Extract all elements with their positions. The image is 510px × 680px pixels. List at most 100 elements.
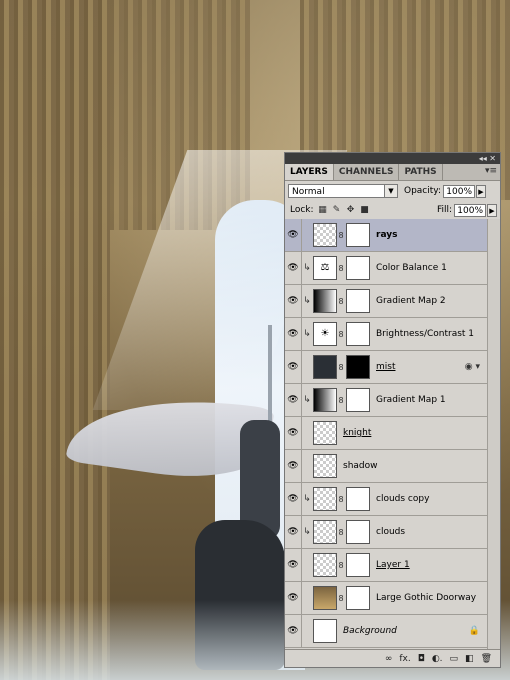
- layer-thumbnail: [313, 487, 337, 511]
- eye-icon[interactable]: 👁: [285, 581, 302, 615]
- eye-icon[interactable]: 👁: [285, 383, 302, 417]
- layer-style-icon[interactable]: ◉ ▾: [465, 362, 480, 372]
- fill-arrow-icon[interactable]: ▶: [487, 203, 497, 217]
- layer-row[interactable]: 👁 ↳ 8 Gradient Map 1: [285, 383, 500, 417]
- eye-icon[interactable]: 👁: [285, 515, 302, 549]
- lock-transparency-icon[interactable]: ▦: [318, 205, 328, 215]
- layer-name: Background: [343, 626, 397, 636]
- adjustment-layer-icon[interactable]: ◐.: [432, 654, 443, 664]
- clip-arrow-icon: ↳: [303, 329, 311, 339]
- mask-thumbnail: [346, 322, 370, 346]
- lock-pixels-icon[interactable]: ✎: [332, 205, 342, 215]
- mask-thumbnail: [346, 586, 370, 610]
- link-icon: 8: [338, 230, 344, 240]
- new-layer-icon[interactable]: ◧: [465, 654, 474, 664]
- panel-titlebar[interactable]: ◂◂ ✕: [285, 153, 500, 164]
- layer-row[interactable]: 👁 ↳ ⚖ 8 Color Balance 1: [285, 251, 500, 285]
- chevron-down-icon[interactable]: ▼: [384, 185, 397, 197]
- sun-icon: ☀: [313, 322, 337, 346]
- layers-list: 👁 8 rays 👁 ↳ ⚖ 8 Color Balance 1 👁 ↳ 8 G…: [285, 218, 500, 648]
- link-icon: 8: [338, 263, 344, 273]
- gradient-thumbnail: [313, 289, 337, 313]
- clip-arrow-icon: ↳: [303, 296, 311, 306]
- layer-row[interactable]: 👁 ↳ 8 clouds copy: [285, 482, 500, 516]
- layer-thumbnail: [313, 619, 337, 643]
- fill-label: Fill:: [436, 205, 452, 215]
- panel-tabs: LAYERS CHANNELS PATHS ▾≡: [285, 164, 500, 181]
- mask-thumbnail: [346, 553, 370, 577]
- opacity-arrow-icon[interactable]: ▶: [476, 184, 486, 198]
- new-group-icon[interactable]: ▭: [450, 654, 459, 664]
- layer-row[interactable]: 👁 8 mist ◉ ▾: [285, 350, 500, 384]
- layer-thumbnail: [313, 520, 337, 544]
- layer-name: Gradient Map 2: [376, 296, 446, 306]
- link-icon: 8: [338, 395, 344, 405]
- blend-mode-select[interactable]: Normal ▼: [288, 184, 398, 198]
- eye-icon[interactable]: 👁: [285, 251, 302, 285]
- tab-paths[interactable]: PATHS: [399, 164, 443, 180]
- layer-row[interactable]: 👁 ↳ 8 clouds: [285, 515, 500, 549]
- layer-name: knight: [343, 428, 372, 438]
- link-icon: 8: [338, 362, 344, 372]
- layer-name: clouds: [376, 527, 406, 537]
- blend-mode-value: Normal: [292, 187, 325, 197]
- collapse-icon[interactable]: ◂◂ ✕: [479, 153, 496, 164]
- eye-icon[interactable]: 👁: [285, 284, 302, 318]
- fill-field[interactable]: 100%: [454, 203, 486, 217]
- lock-position-icon[interactable]: ✥: [346, 205, 356, 215]
- eye-icon[interactable]: 👁: [285, 218, 302, 252]
- layer-row[interactable]: 👁 ↳ 8 Gradient Map 2: [285, 284, 500, 318]
- tab-layers[interactable]: LAYERS: [285, 164, 334, 180]
- opacity-field[interactable]: 100%: [443, 184, 475, 198]
- layers-scrollbar[interactable]: [487, 219, 500, 649]
- layer-thumbnail: [313, 223, 337, 247]
- eye-icon[interactable]: 👁: [285, 548, 302, 582]
- eye-icon[interactable]: 👁: [285, 449, 302, 483]
- layer-row[interactable]: 👁 knight: [285, 416, 500, 450]
- lock-icon: 🔒: [468, 626, 480, 636]
- lock-all-icon[interactable]: ■: [360, 205, 370, 215]
- layer-name: clouds copy: [376, 494, 430, 504]
- layer-thumbnail: [313, 553, 337, 577]
- link-layers-icon[interactable]: ∞: [385, 654, 393, 664]
- blend-row: Normal ▼ Opacity: 100% ▶: [285, 181, 500, 201]
- layer-row[interactable]: 👁 8 rays: [285, 218, 500, 252]
- layer-thumbnail: [313, 421, 337, 445]
- layer-thumbnail: [313, 355, 337, 379]
- link-icon: 8: [338, 296, 344, 306]
- panel-menu-icon[interactable]: ▾≡: [485, 166, 497, 176]
- mask-thumbnail: [346, 487, 370, 511]
- layer-row[interactable]: 👁 Background 🔒: [285, 614, 500, 648]
- layer-row[interactable]: 👁 8 Large Gothic Doorway: [285, 581, 500, 615]
- eye-icon[interactable]: 👁: [285, 614, 302, 648]
- clip-arrow-icon: ↳: [303, 494, 311, 504]
- eye-icon[interactable]: 👁: [285, 482, 302, 516]
- tab-channels[interactable]: CHANNELS: [334, 164, 400, 180]
- layer-name: Gradient Map 1: [376, 395, 446, 405]
- mask-thumbnail: [346, 520, 370, 544]
- mask-thumbnail: [346, 355, 370, 379]
- opacity-label: Opacity:: [404, 186, 441, 196]
- link-icon: 8: [338, 329, 344, 339]
- layer-row[interactable]: 👁 shadow: [285, 449, 500, 483]
- add-mask-icon[interactable]: ◘: [418, 654, 425, 664]
- eye-icon[interactable]: 👁: [285, 317, 302, 351]
- gradient-thumbnail: [313, 388, 337, 412]
- lock-row: Lock: ▦ ✎ ✥ ■ Fill: 100% ▶: [285, 201, 500, 220]
- balance-scale-icon: ⚖: [313, 256, 337, 280]
- layer-row[interactable]: 👁 ↳ ☀ 8 Brightness/Contrast 1: [285, 317, 500, 351]
- eye-icon[interactable]: 👁: [285, 416, 302, 450]
- fx-icon[interactable]: fx.: [399, 654, 410, 664]
- mask-thumbnail: [346, 388, 370, 412]
- layer-name: Brightness/Contrast 1: [376, 329, 475, 339]
- link-icon: 8: [338, 494, 344, 504]
- clip-arrow-icon: ↳: [303, 395, 311, 405]
- layer-name: Large Gothic Doorway: [376, 593, 477, 603]
- layer-thumbnail: [313, 586, 337, 610]
- mask-thumbnail: [346, 289, 370, 313]
- link-icon: 8: [338, 527, 344, 537]
- eye-icon[interactable]: 👁: [285, 350, 302, 384]
- layer-name: rays: [376, 230, 398, 240]
- trash-icon[interactable]: 🗑: [481, 654, 492, 664]
- layer-row[interactable]: 👁 8 Layer 1: [285, 548, 500, 582]
